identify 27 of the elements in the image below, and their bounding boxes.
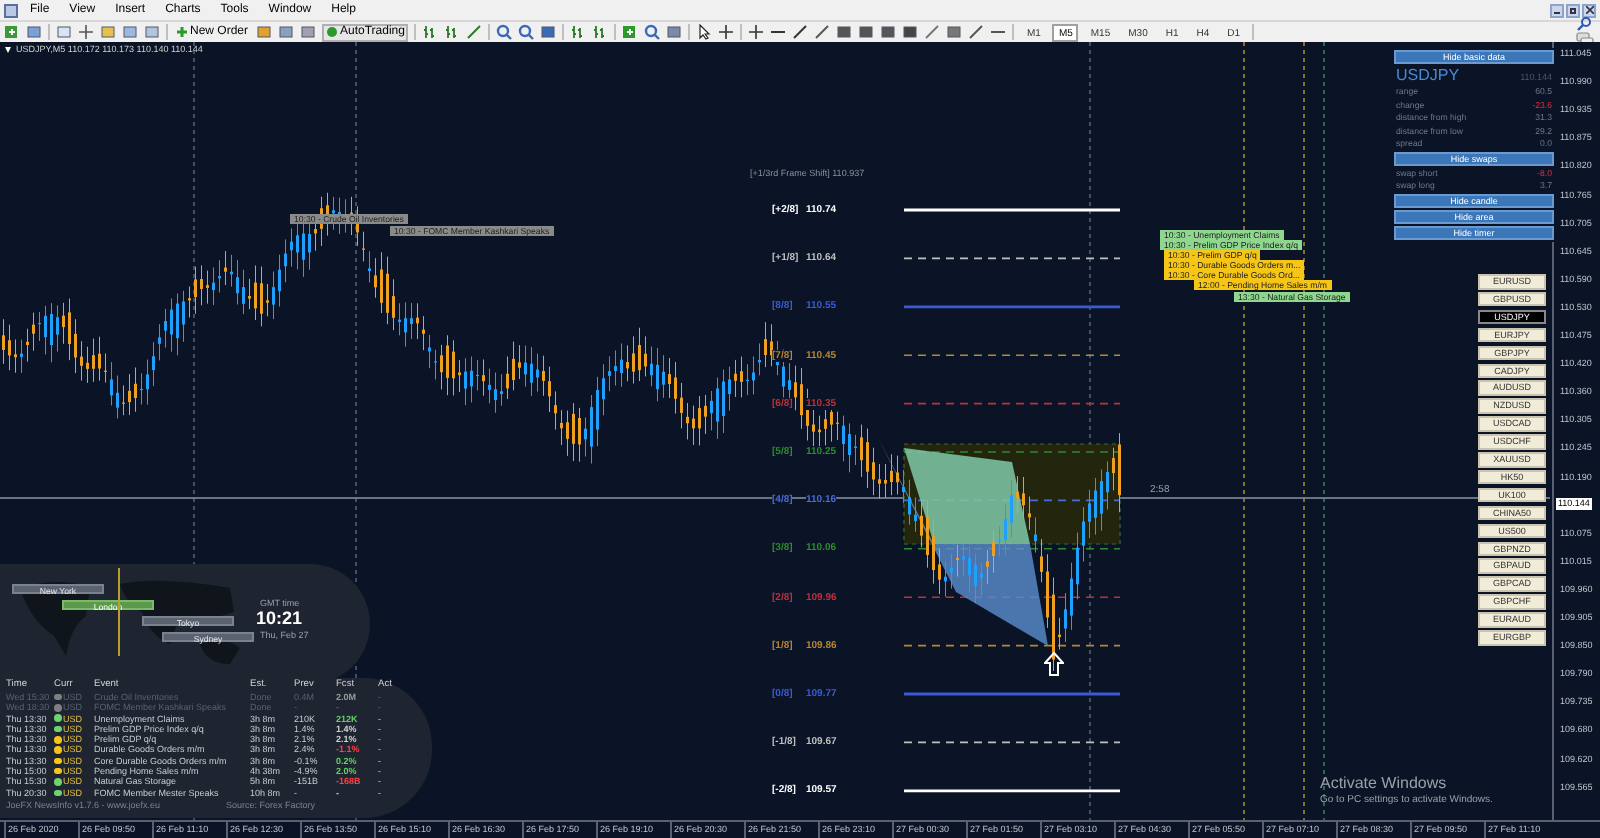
zoom-in-icon[interactable] <box>496 24 513 40</box>
line-chart-icon[interactable] <box>466 24 483 40</box>
minimize-icon[interactable] <box>1550 3 1564 17</box>
collapse-triangle-icon[interactable] <box>4 46 12 54</box>
close-icon[interactable] <box>1582 3 1596 17</box>
rectangle-icon[interactable] <box>902 24 919 40</box>
plus-icon <box>176 26 188 38</box>
trendline-icon[interactable] <box>792 24 809 40</box>
indicators-icon[interactable] <box>622 24 639 40</box>
new-chart-icon[interactable] <box>4 24 20 40</box>
clock-time: 10:21 <box>256 610 303 628</box>
zoom-out-icon[interactable] <box>518 24 535 40</box>
crosshair-icon[interactable] <box>718 24 735 40</box>
symbol-title: USDJPY <box>1396 66 1460 84</box>
current-time-marker <box>118 568 120 656</box>
up-arrow-icon <box>1045 653 1063 675</box>
restore-icon[interactable] <box>1566 3 1580 17</box>
window-icon[interactable] <box>26 24 42 40</box>
crosshair-icon[interactable] <box>78 24 94 40</box>
activation-title: Activate Windows <box>1320 774 1447 792</box>
search-icon[interactable] <box>1576 16 1592 32</box>
app-icon <box>4 3 18 17</box>
status-dot-icon <box>326 26 339 38</box>
window-icon[interactable] <box>122 24 138 40</box>
chart-window-icon[interactable] <box>56 24 72 40</box>
cursor-icon[interactable] <box>696 24 713 40</box>
bar-chart-icon[interactable] <box>422 24 439 40</box>
